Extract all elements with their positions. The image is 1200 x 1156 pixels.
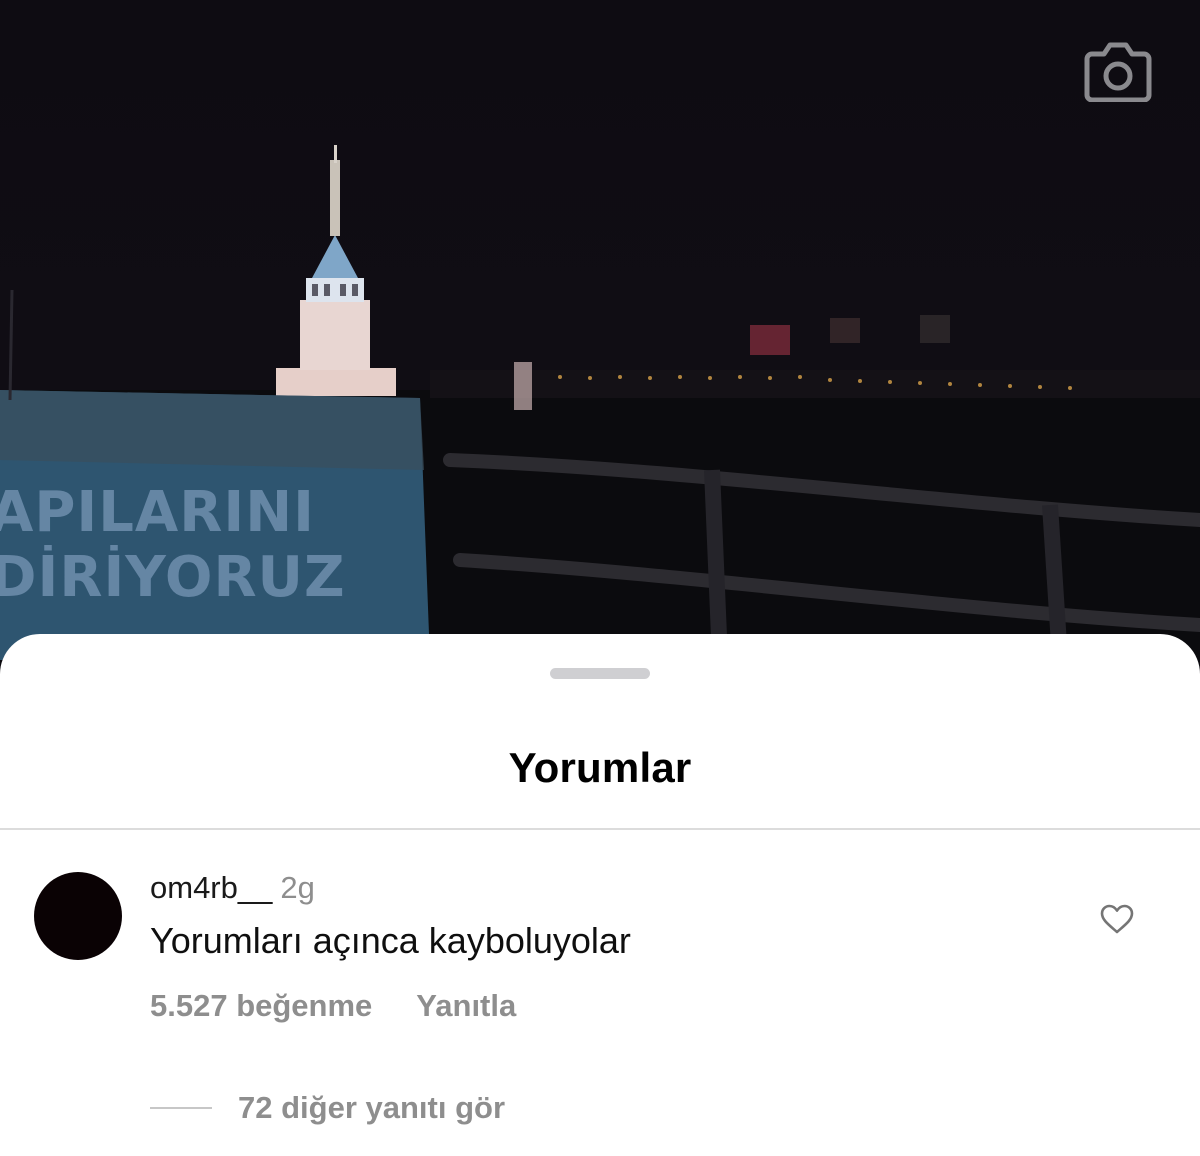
sign-text-line-1: APILARINI <box>0 480 315 545</box>
comment-item: om4rb__ 2g Yorumları açınca kayboluyolar … <box>0 830 1200 1156</box>
reply-button[interactable]: Yanıtla <box>416 988 516 1023</box>
video-background: APILARINI DİRİYORUZ <box>0 0 1200 660</box>
camera-button[interactable] <box>1084 40 1154 104</box>
comment-timestamp: 2g <box>280 870 315 905</box>
avatar[interactable] <box>34 872 122 960</box>
replies-divider-line <box>150 1107 212 1109</box>
comment-text: Yorumları açınca kayboluyolar <box>150 920 631 961</box>
comments-sheet: Yorumlar om4rb__ 2g Yorumları açınca kayb… <box>0 634 1200 1156</box>
sheet-title: Yorumlar <box>508 744 692 791</box>
view-replies-label: 72 diğer yanıtı gör <box>238 1090 506 1125</box>
comment-actions: 5.527 beğenme Yanıtla <box>150 988 516 1024</box>
like-button[interactable] <box>1096 898 1138 940</box>
likes-count[interactable]: 5.527 beğenme <box>150 988 372 1023</box>
heart-outline-icon <box>1100 904 1134 934</box>
camera-icon <box>1084 42 1152 102</box>
sign-text-line-2: DİRİYORUZ <box>0 545 346 610</box>
comment-meta: om4rb__ 2g <box>150 870 315 906</box>
sheet-drag-handle[interactable] <box>550 668 650 679</box>
comment-username[interactable]: om4rb__ <box>150 870 272 905</box>
view-replies-button[interactable]: 72 diğer yanıtı gör <box>150 1090 505 1126</box>
